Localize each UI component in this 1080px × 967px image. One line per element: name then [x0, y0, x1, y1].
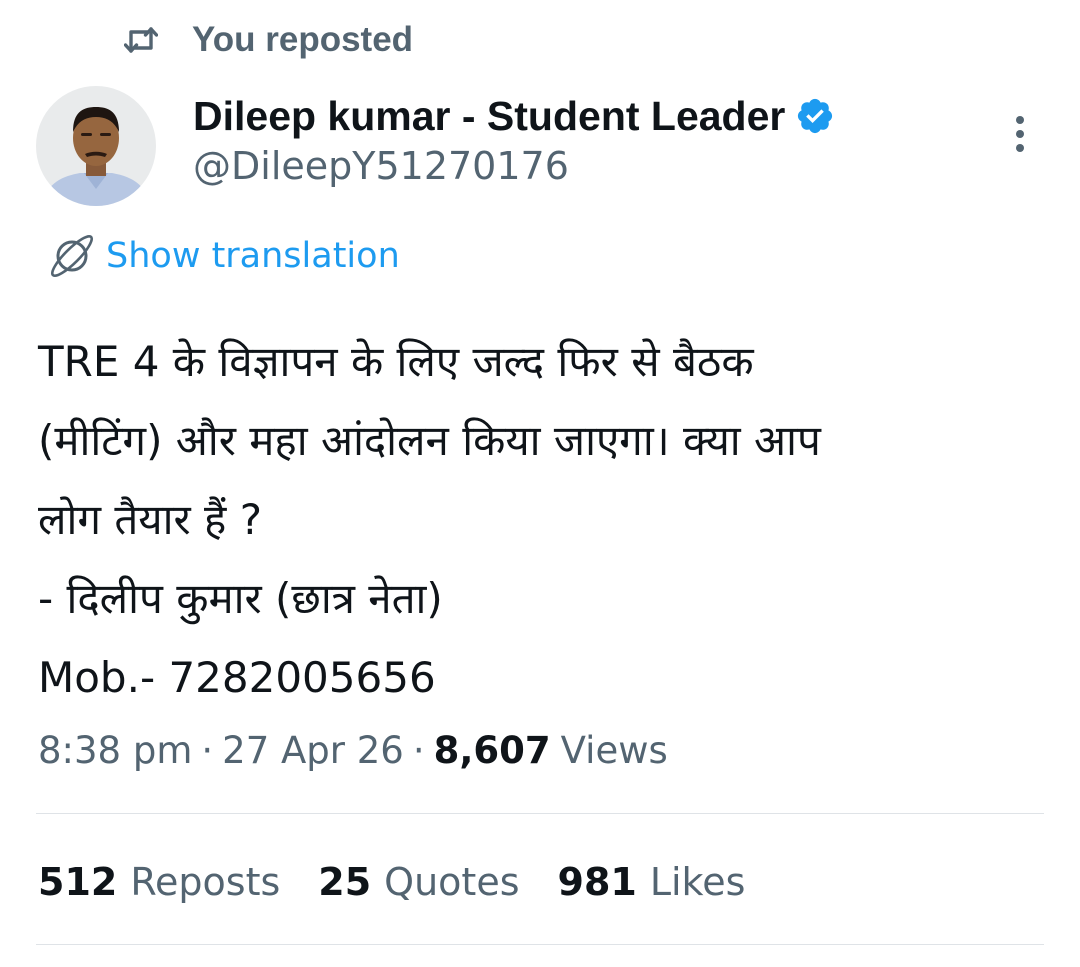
repost-icon [124, 23, 158, 57]
quotes-stat[interactable]: 25 Quotes [318, 860, 519, 904]
tweet-line: TRE 4 के विज्ञापन के लिए जल्द फिर से बैठ… [38, 337, 754, 386]
author-handle[interactable]: @DileepY51270176 [193, 144, 569, 188]
views-count[interactable]: 8,607 [434, 729, 551, 772]
quotes-count: 25 [318, 860, 372, 904]
more-vertical-icon [1016, 116, 1024, 152]
divider [36, 944, 1044, 945]
likes-label: Likes [649, 860, 746, 904]
avatar[interactable] [36, 86, 156, 206]
meta-separator: · [201, 728, 214, 772]
translate-globe-icon [48, 232, 96, 280]
tweet-date[interactable]: 27 Apr 26 [222, 729, 404, 772]
divider [36, 813, 1044, 814]
reposts-count: 512 [38, 860, 118, 904]
tweet-line: (मीटिंग) और महा आंदोलन किया जाएगा। क्या … [38, 416, 821, 465]
meta-separator: · [412, 728, 425, 772]
author-display-name[interactable]: Dileep kumar - Student Leader [193, 93, 785, 140]
quotes-label: Quotes [384, 860, 520, 904]
more-options-button[interactable] [1000, 106, 1040, 162]
tweet-line: - दिलीप कुमार (छात्र नेता) [38, 574, 443, 623]
tweet-meta: 8:38 pm · 27 Apr 26 · 8,607 Views [38, 722, 668, 778]
tweet-line: लोग तैयार हैं ? [38, 495, 263, 544]
repost-context: You reposted [124, 18, 413, 62]
likes-count: 981 [557, 860, 637, 904]
likes-stat[interactable]: 981 Likes [558, 860, 746, 904]
engagement-stats: 512 Reposts 25 Quotes 981 Likes [38, 852, 783, 912]
reposts-label: Reposts [130, 860, 281, 904]
show-translation-button[interactable]: Show translation [48, 232, 400, 280]
show-translation-label[interactable]: Show translation [106, 236, 400, 276]
views-label[interactable]: Views [561, 729, 668, 772]
verified-badge-icon [795, 96, 835, 136]
tweet-line: Mob.- 7282005656 [38, 653, 436, 702]
author-name-row[interactable]: Dileep kumar - Student Leader [193, 88, 835, 144]
tweet-time[interactable]: 8:38 pm [38, 729, 192, 772]
repost-label: You reposted [192, 20, 414, 59]
tweet-text: TRE 4 के विज्ञापन के लिए जल्द फिर से बैठ… [38, 322, 1048, 717]
reposts-stat[interactable]: 512 Reposts [38, 860, 280, 904]
